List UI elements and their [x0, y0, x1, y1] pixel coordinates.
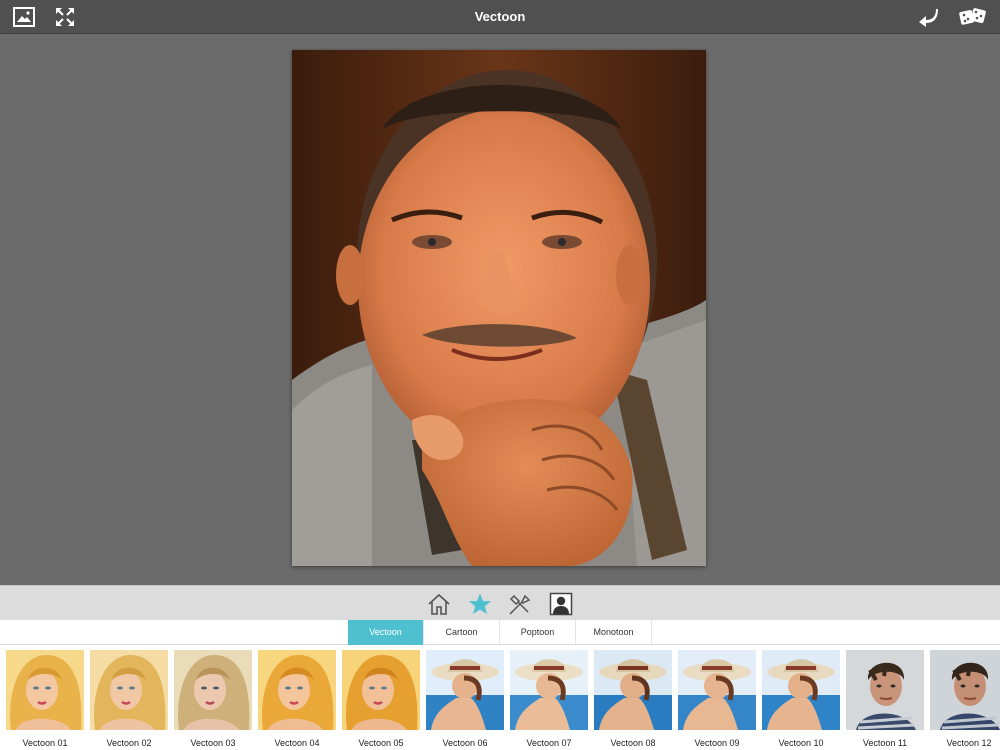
tab-poptoon[interactable]: Poptoon	[500, 620, 576, 645]
undo-arrow-icon[interactable]	[916, 5, 940, 29]
star-icon[interactable]	[467, 591, 493, 617]
filter-thumbnail-label: Vectoon 08	[610, 738, 656, 748]
canvas-area	[0, 34, 1000, 585]
tool-bar	[0, 585, 1000, 620]
top-bar: Vectoon	[0, 0, 1000, 34]
dice-icon[interactable]	[958, 5, 988, 29]
filter-preview-image	[174, 650, 252, 730]
filter-thumbnail-label: Vectoon 09	[694, 738, 740, 748]
filter-thumbnail[interactable]: Vectoon 04	[258, 650, 336, 748]
filter-thumbnail[interactable]: Vectoon 08	[594, 650, 672, 748]
portrait-icon[interactable]	[548, 591, 574, 617]
filter-thumbnail[interactable]: Vectoon 09	[678, 650, 756, 748]
filter-preview-image	[594, 650, 672, 730]
filter-thumbnail-label: Vectoon 01	[22, 738, 68, 748]
filter-preview-image	[678, 650, 756, 730]
filter-preview-image	[510, 650, 588, 730]
filter-thumbnail-label: Vectoon 10	[778, 738, 824, 748]
app-title: Vectoon	[474, 9, 526, 24]
tab-monotoon[interactable]: Monotoon	[576, 620, 652, 645]
filter-thumbnail-label: Vectoon 12	[946, 738, 992, 748]
filter-thumbnail[interactable]: Vectoon 05	[342, 650, 420, 748]
filter-thumbnail-label: Vectoon 11	[862, 738, 908, 748]
filter-preview-image	[6, 650, 84, 730]
filter-thumbnail[interactable]: Vectoon 12	[930, 650, 1000, 748]
tab-vectoon[interactable]: Vectoon	[348, 620, 424, 645]
filter-thumbnail-strip[interactable]: Vectoon 01 Vectoon 02 Vectoon 03 Vectoon…	[0, 645, 1000, 750]
filter-thumbnail[interactable]: Vectoon 10	[762, 650, 840, 748]
filter-preview-image	[426, 650, 504, 730]
filter-thumbnail[interactable]: Vectoon 02	[90, 650, 168, 748]
home-icon[interactable]	[426, 591, 452, 617]
filter-preview-image	[846, 650, 924, 730]
filter-preview-image	[258, 650, 336, 730]
filter-thumbnail-label: Vectoon 07	[526, 738, 572, 748]
filter-thumbnail[interactable]: Vectoon 07	[510, 650, 588, 748]
filter-thumbnail[interactable]: Vectoon 01	[6, 650, 84, 748]
filter-thumbnail[interactable]: Vectoon 06	[426, 650, 504, 748]
filter-preview-image	[342, 650, 420, 730]
filter-thumbnail-label: Vectoon 06	[442, 738, 488, 748]
filter-thumbnail[interactable]: Vectoon 03	[174, 650, 252, 748]
filter-thumbnail-label: Vectoon 02	[106, 738, 152, 748]
filter-preview-image	[90, 650, 168, 730]
filter-category-tabs: Vectoon Cartoon Poptoon Monotoon	[0, 620, 1000, 645]
filter-thumbnail-label: Vectoon 03	[190, 738, 236, 748]
filter-thumbnail-label: Vectoon 05	[358, 738, 404, 748]
filter-thumbnail[interactable]: Vectoon 11	[846, 650, 924, 748]
filter-preview-image	[930, 650, 1000, 730]
filter-thumbnail-label: Vectoon 04	[274, 738, 320, 748]
main-photo[interactable]	[292, 50, 706, 566]
tools-icon[interactable]	[507, 591, 533, 617]
filter-preview-image	[762, 650, 840, 730]
tab-cartoon[interactable]: Cartoon	[424, 620, 500, 645]
